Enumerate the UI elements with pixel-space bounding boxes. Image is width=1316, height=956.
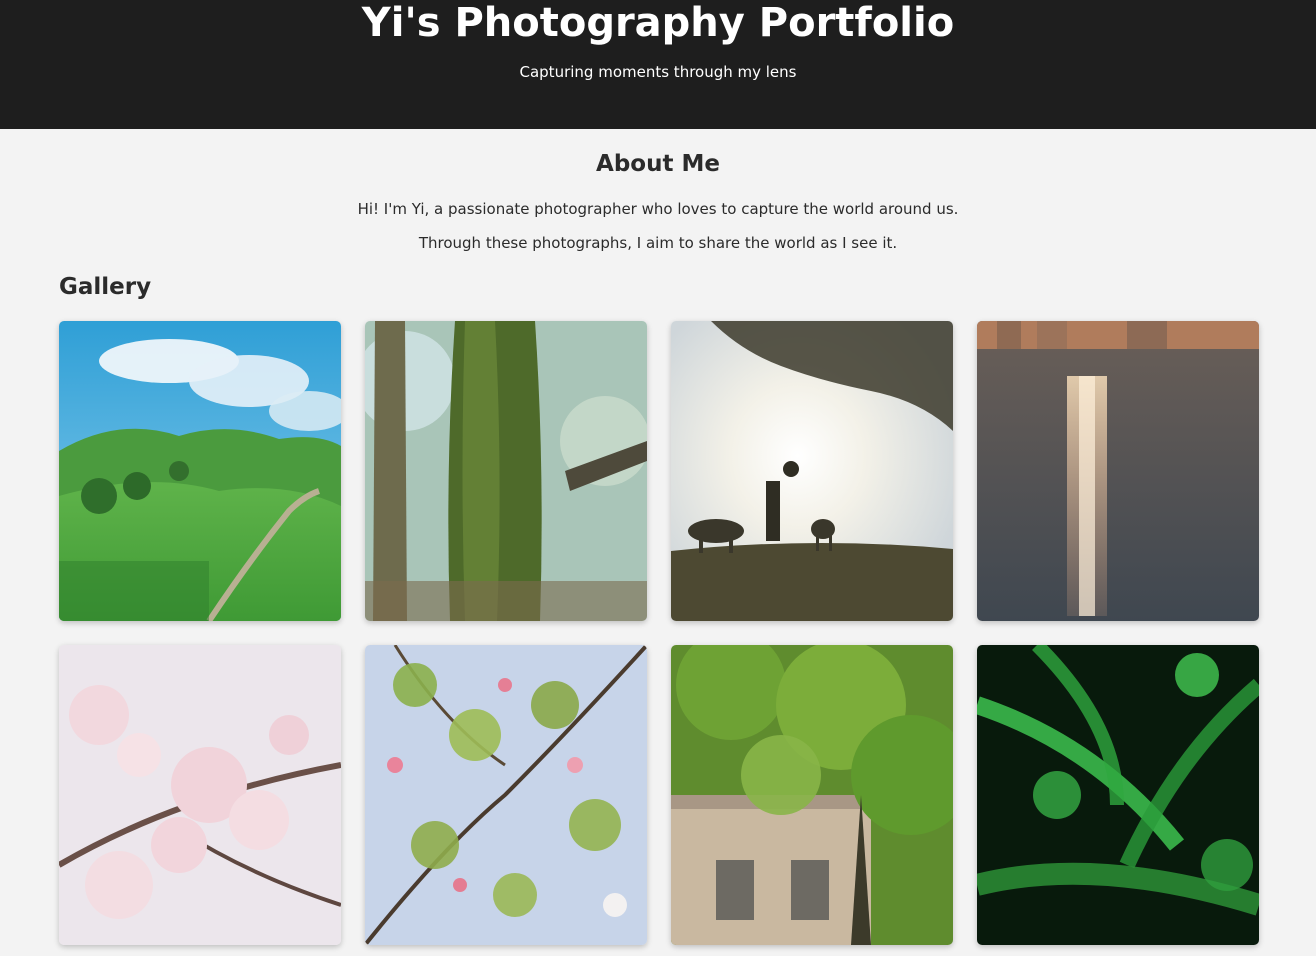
site-title: Yi's Photography Portfolio <box>361 0 955 46</box>
fern-leaves-image <box>977 645 1259 945</box>
gallery-photo-blossoming-branches[interactable] <box>365 645 647 945</box>
site-header: Yi's Photography Portfolio Capturing mom… <box>0 0 1316 129</box>
gallery-photo-deer-sunset[interactable] <box>671 321 953 621</box>
blossoming-branches-image <box>365 645 647 945</box>
gallery-photo-mossy-tree[interactable] <box>365 321 647 621</box>
gallery-heading: Gallery <box>59 274 152 300</box>
gallery-photo-trees-building[interactable] <box>671 645 953 945</box>
about-paragraph-2: Through these photographs, I aim to shar… <box>418 234 898 252</box>
about-heading: About Me <box>596 151 720 177</box>
cherry-blossoms-image <box>59 645 341 945</box>
mossy-tree-image <box>365 321 647 621</box>
gallery-photo-cherry-blossoms[interactable] <box>59 645 341 945</box>
gallery-photo-hills[interactable] <box>59 321 341 621</box>
about-paragraph-1: Hi! I'm Yi, a passionate photographer wh… <box>357 200 959 218</box>
deer-sunset-image <box>671 321 953 621</box>
water-reflection-image <box>977 321 1259 621</box>
gallery-photo-fern-leaves[interactable] <box>977 645 1259 945</box>
gallery-photo-water-reflection[interactable] <box>977 321 1259 621</box>
trees-building-image <box>671 645 953 945</box>
hills-image <box>59 321 341 621</box>
site-subtitle: Capturing moments through my lens <box>519 63 797 81</box>
